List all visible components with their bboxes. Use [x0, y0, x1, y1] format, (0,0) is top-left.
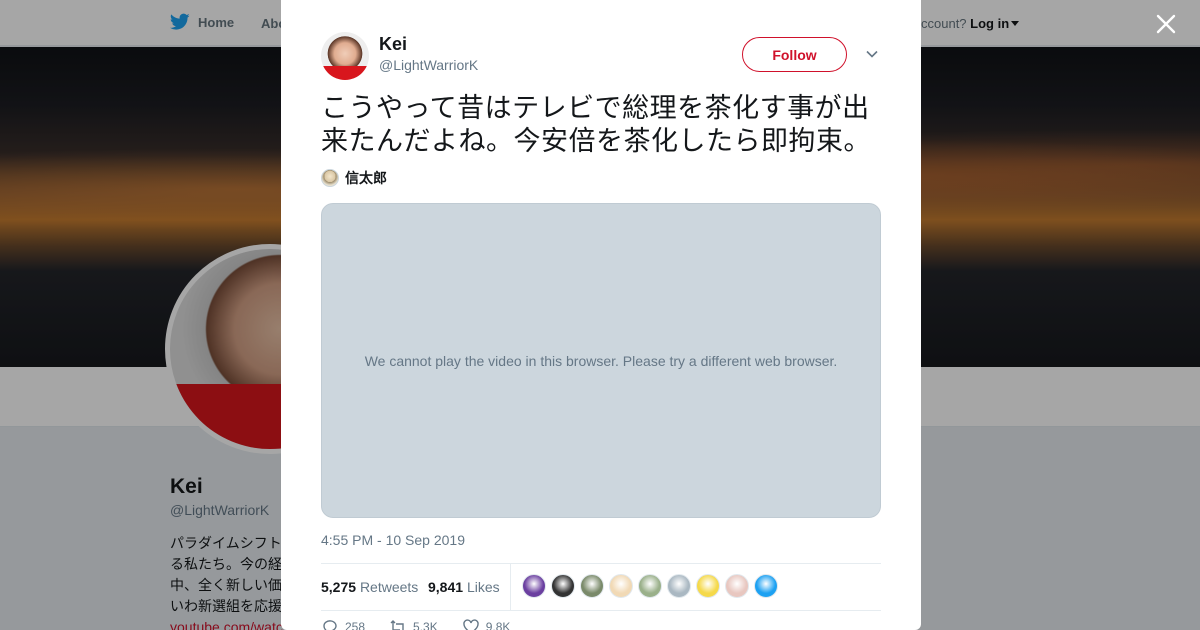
liker-avatar[interactable]: [696, 574, 720, 598]
retweets-stat[interactable]: 5,275 Retweets: [321, 579, 418, 595]
retweets-label: Retweets: [359, 579, 419, 595]
tweet-text: こうやって昔はテレビで総理を茶化す事が出来たんだよね。今安倍を茶化したら即拘束。: [321, 93, 871, 157]
chevron-down-icon[interactable]: [865, 47, 879, 61]
liker-avatar[interactable]: [638, 574, 662, 598]
retweet-count: 5.3K: [413, 620, 438, 630]
video-error-message: We cannot play the video in this browser…: [364, 352, 838, 369]
likes-count: 9,841: [428, 579, 464, 595]
reply-icon: [323, 620, 337, 630]
close-button[interactable]: [1154, 12, 1178, 36]
retweet-button[interactable]: 5.3K: [389, 618, 438, 630]
reply-button[interactable]: 258: [321, 618, 365, 630]
like-button[interactable]: 9.8K: [462, 618, 511, 630]
liker-avatar[interactable]: [580, 574, 604, 598]
video-player[interactable]: We cannot play the video in this browser…: [321, 203, 881, 518]
liker-avatar[interactable]: [667, 574, 691, 598]
liker-avatar[interactable]: [551, 574, 575, 598]
tagged-user-name: 信太郎: [345, 170, 387, 186]
close-icon: [1156, 14, 1176, 34]
tweet-stats: 5,275 Retweets 9,841 Likes: [321, 563, 881, 611]
tweet-author-handle[interactable]: @LightWarriorK: [379, 57, 478, 73]
retweet-icon: [390, 620, 404, 630]
liker-avatars: [522, 574, 778, 598]
likes-stat[interactable]: 9,841 Likes: [428, 579, 500, 595]
retweets-count: 5,275: [321, 579, 357, 595]
stats-divider: [510, 564, 511, 610]
liker-avatar[interactable]: [609, 574, 633, 598]
tweet-modal: Kei @LightWarriorK Follow こうやって昔はテレビで総理を…: [281, 0, 921, 630]
liker-avatar[interactable]: [522, 574, 546, 598]
reply-count: 258: [345, 620, 366, 630]
heart-icon: [463, 619, 479, 630]
likes-label: Likes: [466, 579, 500, 595]
like-count: 9.8K: [485, 620, 511, 630]
tagged-user[interactable]: 信太郎: [321, 168, 387, 188]
liker-avatar[interactable]: [754, 574, 778, 598]
liker-avatar[interactable]: [725, 574, 749, 598]
tagged-user-avatar: [321, 169, 339, 187]
tweet-timestamp[interactable]: 4:55 PM - 10 Sep 2019: [321, 532, 465, 548]
tweet-actions: 258 5.3K 9.8K: [321, 618, 510, 630]
tweet-author-name[interactable]: Kei: [379, 34, 407, 55]
follow-button[interactable]: Follow: [742, 37, 847, 72]
tweet-author-avatar[interactable]: [321, 32, 369, 80]
